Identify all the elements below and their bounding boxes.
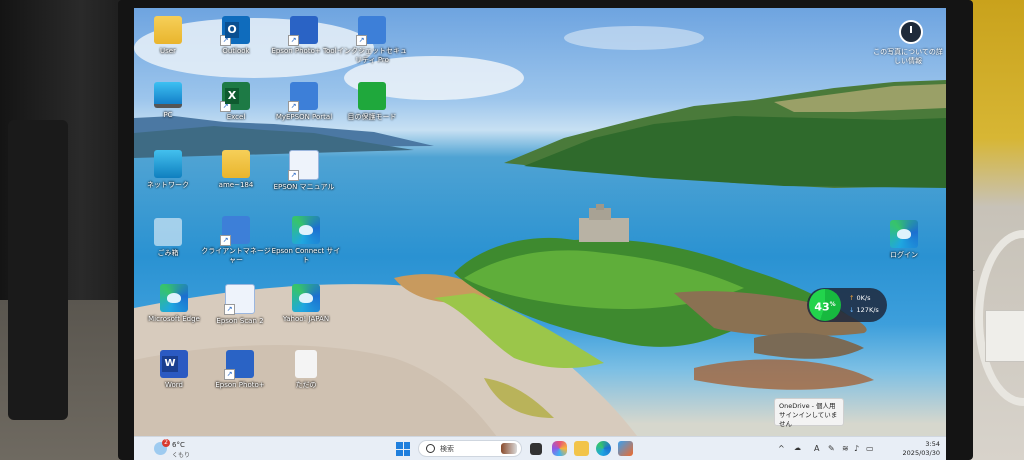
desktop-icon-pc[interactable]: PC: [134, 82, 204, 120]
chevron-up-icon[interactable]: ^: [778, 444, 785, 453]
date: 2025/03/30: [902, 449, 940, 457]
weather-widget[interactable]: 2 6°C くもり: [154, 439, 214, 459]
volume-icon[interactable]: ♪: [854, 444, 859, 453]
task-view-icon[interactable]: [530, 443, 542, 455]
cpu-gauge: 43%: [809, 289, 841, 321]
ime-indicator[interactable]: A: [814, 444, 819, 453]
upload-icon: ↑: [849, 294, 855, 302]
dark-object: [8, 120, 68, 420]
word-icon: [160, 350, 188, 378]
security-icon: ↗: [356, 16, 386, 46]
notification-badge: 2: [162, 439, 170, 447]
download-icon: ↓: [849, 306, 855, 314]
desktop-icon-excel[interactable]: ↗ Excel: [200, 82, 272, 122]
windows-logo-icon: [396, 442, 403, 449]
desktop-icon-yahoo-japan[interactable]: Yahoo! JAPAN: [270, 284, 342, 324]
search-highlight-icon: [501, 443, 517, 454]
edge-icon: [890, 220, 918, 248]
eye-icon: [358, 82, 386, 110]
info-icon: ↗: [288, 82, 318, 112]
edge-icon: [160, 284, 188, 312]
edge-icon: [292, 284, 320, 312]
shortcut-arrow-icon: ↗: [224, 369, 235, 380]
desktop-icon-user[interactable]: User: [134, 16, 204, 56]
store-icon[interactable]: [618, 441, 633, 456]
desktop-icon-epson-manual[interactable]: ↗ EPSON マニュアル: [268, 150, 340, 192]
manual-icon: ↗: [288, 150, 319, 181]
desktop-icon-text-file[interactable]: ただの: [270, 350, 342, 390]
excel-icon: ↗: [220, 82, 250, 112]
shortcut-arrow-icon: ↗: [288, 101, 299, 112]
monitor-icon: [154, 82, 182, 108]
folder-icon: [222, 150, 250, 178]
wifi-icon[interactable]: ≋: [842, 444, 849, 453]
folder-icon: [154, 16, 182, 44]
desktop-icon-login[interactable]: ログイン: [868, 220, 940, 260]
taskbar: 2 6°C くもり 検索 ^ ☁ A ✎ ≋ ♪ ▭ 3:54 2025/03/…: [134, 436, 946, 460]
desktop-icon-outlook[interactable]: ↗ Outlook: [200, 16, 272, 56]
taskbar-clock[interactable]: 3:54 2025/03/30: [884, 440, 940, 458]
start-button[interactable]: [396, 442, 410, 456]
battery-icon[interactable]: ▭: [866, 444, 874, 453]
copilot-icon[interactable]: [552, 441, 567, 456]
outlook-icon: ↗: [220, 16, 250, 46]
desktop-icon-recycle-bin[interactable]: ごみ箱: [134, 218, 204, 258]
desktop-icon-epson-connect[interactable]: Epson Connect サイト: [270, 216, 342, 265]
desktop-icon-insight-security[interactable]: ↗ インクジェットセキュリティ Pro: [336, 16, 408, 65]
search-icon: [426, 444, 435, 453]
desktop-icon-eye-mode[interactable]: 目の保護モード: [336, 82, 408, 122]
shortcut-arrow-icon: ↗: [220, 101, 231, 112]
search-placeholder: 検索: [440, 445, 454, 453]
pen-icon[interactable]: ✎: [828, 444, 835, 453]
shortcut-arrow-icon: ↗: [220, 35, 231, 46]
desktop-icon-epson-photo-plus[interactable]: ↗ Epson Photo+: [204, 350, 276, 390]
shortcut-arrow-icon: ↗: [288, 35, 299, 46]
taskbar-search[interactable]: 検索: [418, 440, 522, 457]
photo-plus-icon: ↗: [224, 350, 254, 380]
desktop-icon-myepson-portal[interactable]: ↗ MyEPSON Portal: [268, 82, 340, 122]
spotlight-label[interactable]: この写真についての詳しい情報: [872, 48, 944, 66]
edge-icon: [292, 216, 320, 244]
shortcut-arrow-icon: ↗: [220, 235, 231, 246]
onedrive-tray-icon[interactable]: ☁: [794, 444, 801, 452]
scanner-icon: ↗: [224, 284, 255, 315]
onedrive-tooltip: OneDrive - 個人用 サインインしていません: [774, 398, 844, 428]
network-monitor-widget[interactable]: 43% ↑ 0K/s ↓ 127K/s: [807, 288, 887, 322]
spotlight-icon[interactable]: [899, 20, 923, 44]
time: 3:54: [925, 440, 940, 448]
desktop-icon-epson-scan-2[interactable]: ↗ Epson Scan 2: [204, 284, 276, 326]
desktop-icon-network[interactable]: ネットワーク: [134, 150, 204, 190]
desktop-icon-microsoft-edge[interactable]: Microsoft Edge: [138, 284, 210, 324]
network-icon: [154, 150, 182, 178]
desktop-icon-ame-184[interactable]: ame~184: [200, 150, 272, 190]
desktop-icon-epson-photo-tool[interactable]: ↗ Epson Photo+ Tool: [268, 16, 340, 56]
weather-temp: 6°C: [172, 441, 185, 449]
upload-speed: 0K/s: [856, 294, 871, 302]
shortcut-arrow-icon: ↗: [224, 304, 235, 315]
download-speed: 127K/s: [856, 306, 879, 314]
desktop-icon-cloud-manager[interactable]: ↗ クライアントマネージャー: [200, 216, 272, 265]
edge-taskbar-icon[interactable]: [596, 441, 611, 456]
shortcut-arrow-icon: ↗: [288, 170, 299, 181]
white-plug: [985, 310, 1024, 362]
weather-condition: くもり: [172, 452, 191, 459]
wireless-icon: ↗: [220, 216, 250, 246]
file-explorer-icon[interactable]: [574, 441, 589, 456]
screen: User PC ネットワーク ごみ箱 Microsoft Edge Word ↗…: [134, 8, 946, 460]
epson-photo-tool-icon: ↗: [288, 16, 318, 46]
desktop-icon-word[interactable]: Word: [138, 350, 210, 390]
document-icon: [295, 350, 317, 378]
recycle-bin-icon: [154, 218, 182, 246]
shortcut-arrow-icon: ↗: [356, 35, 367, 46]
